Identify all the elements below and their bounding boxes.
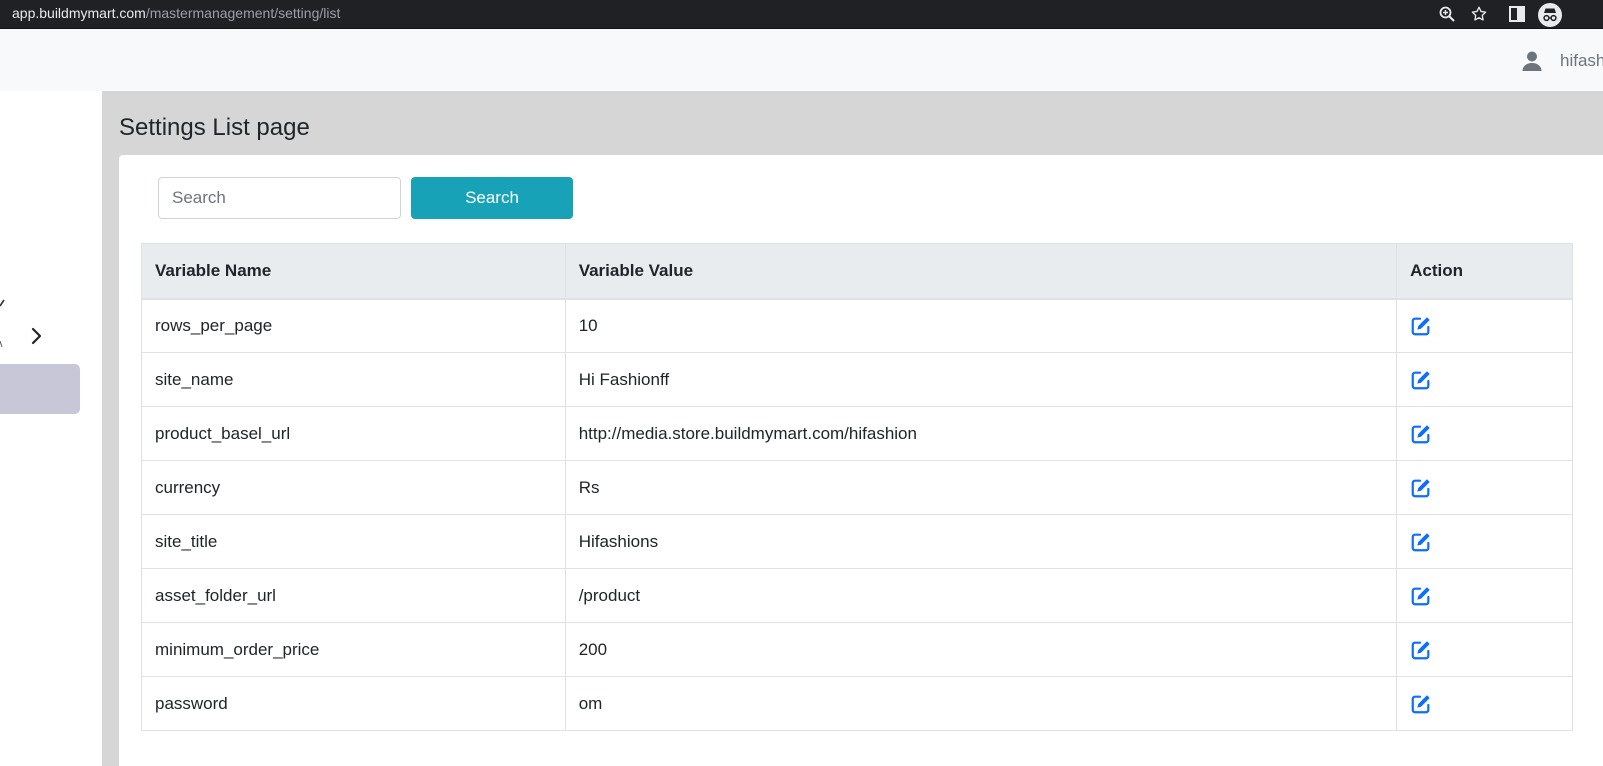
column-header-action: Action <box>1396 243 1573 300</box>
action-cell <box>1396 298 1573 353</box>
table-row: password om <box>141 676 1573 731</box>
sidebar-active-item[interactable] <box>0 364 80 414</box>
table-body: rows_per_page 10 site_name Hi Fashionff … <box>141 298 1573 731</box>
sidebar-tick-mark <box>0 334 3 348</box>
edit-icon[interactable] <box>1410 585 1432 607</box>
table-row: product_basel_url http://media.store.bui… <box>141 406 1573 461</box>
table-row: currency Rs <box>141 460 1573 515</box>
variable-value-cell: 10 <box>564 298 1398 353</box>
variable-name-cell: password <box>141 676 566 731</box>
variable-name-cell: currency <box>141 460 566 515</box>
edit-icon[interactable] <box>1410 639 1432 661</box>
settings-table: Variable Name Variable Value Action rows… <box>141 243 1573 731</box>
settings-card: Search Variable Name Variable Value Acti… <box>119 155 1603 766</box>
variable-value-cell: om <box>564 676 1398 731</box>
edit-icon[interactable] <box>1410 423 1432 445</box>
action-cell <box>1396 622 1573 677</box>
table-row: minimum_order_price 200 <box>141 622 1573 677</box>
page-title: Settings List page <box>119 114 310 141</box>
variable-value-cell: Hi Fashionff <box>564 352 1398 407</box>
search-input[interactable] <box>158 177 401 219</box>
action-cell <box>1396 514 1573 569</box>
action-cell <box>1396 352 1573 407</box>
chevron-icon <box>0 295 6 307</box>
table-row: rows_per_page 10 <box>141 298 1573 353</box>
column-header-variable-value: Variable Value <box>564 243 1398 300</box>
variable-value-cell: 200 <box>564 622 1398 677</box>
edit-icon[interactable] <box>1410 477 1432 499</box>
variable-value-cell: Rs <box>564 460 1398 515</box>
edit-icon[interactable] <box>1410 315 1432 337</box>
bookmark-star-icon[interactable] <box>1468 3 1490 25</box>
table-row: asset_folder_url /product <box>141 568 1573 623</box>
action-cell <box>1396 406 1573 461</box>
variable-name-cell: product_basel_url <box>141 406 566 461</box>
column-header-variable-name: Variable Name <box>141 243 566 300</box>
table-row: site_name Hi Fashionff <box>141 352 1573 407</box>
action-cell <box>1396 676 1573 731</box>
url-path: /mastermanagement/setting/list <box>145 5 341 21</box>
action-cell <box>1396 460 1573 515</box>
variable-name-cell: asset_folder_url <box>141 568 566 623</box>
url-text[interactable]: app.buildmymart.com/mastermanagement/set… <box>12 4 340 22</box>
variable-name-cell: rows_per_page <box>141 298 566 353</box>
edit-icon[interactable] <box>1410 531 1432 553</box>
variable-name-cell: minimum_order_price <box>141 622 566 677</box>
variable-name-cell: site_name <box>141 352 566 407</box>
search-button[interactable]: Search <box>411 177 573 219</box>
edit-icon[interactable] <box>1410 369 1432 391</box>
zoom-icon[interactable] <box>1436 3 1458 25</box>
variable-name-cell: site_title <box>141 514 566 569</box>
main-content: Settings List page Search Variable Name … <box>102 91 1603 766</box>
edit-icon[interactable] <box>1410 693 1432 715</box>
incognito-icon[interactable] <box>1537 2 1563 28</box>
sidebar <box>0 91 102 766</box>
url-host: app.buildmymart.com <box>12 5 146 21</box>
side-panel-icon[interactable] <box>1506 3 1528 25</box>
table-header-row: Variable Name Variable Value Action <box>141 243 1573 300</box>
user-name[interactable]: hifash <box>1560 49 1603 73</box>
action-cell <box>1396 568 1573 623</box>
table-row: site_title Hifashions <box>141 514 1573 569</box>
browser-address-bar: app.buildmymart.com/mastermanagement/set… <box>0 0 1603 29</box>
variable-value-cell: http://media.store.buildmymart.com/hifas… <box>564 406 1398 461</box>
user-icon[interactable] <box>1521 50 1543 72</box>
variable-value-cell: /product <box>564 568 1398 623</box>
app-header: hifash <box>0 29 1603 91</box>
chevron-right-icon[interactable] <box>30 327 44 345</box>
variable-value-cell: Hifashions <box>564 514 1398 569</box>
